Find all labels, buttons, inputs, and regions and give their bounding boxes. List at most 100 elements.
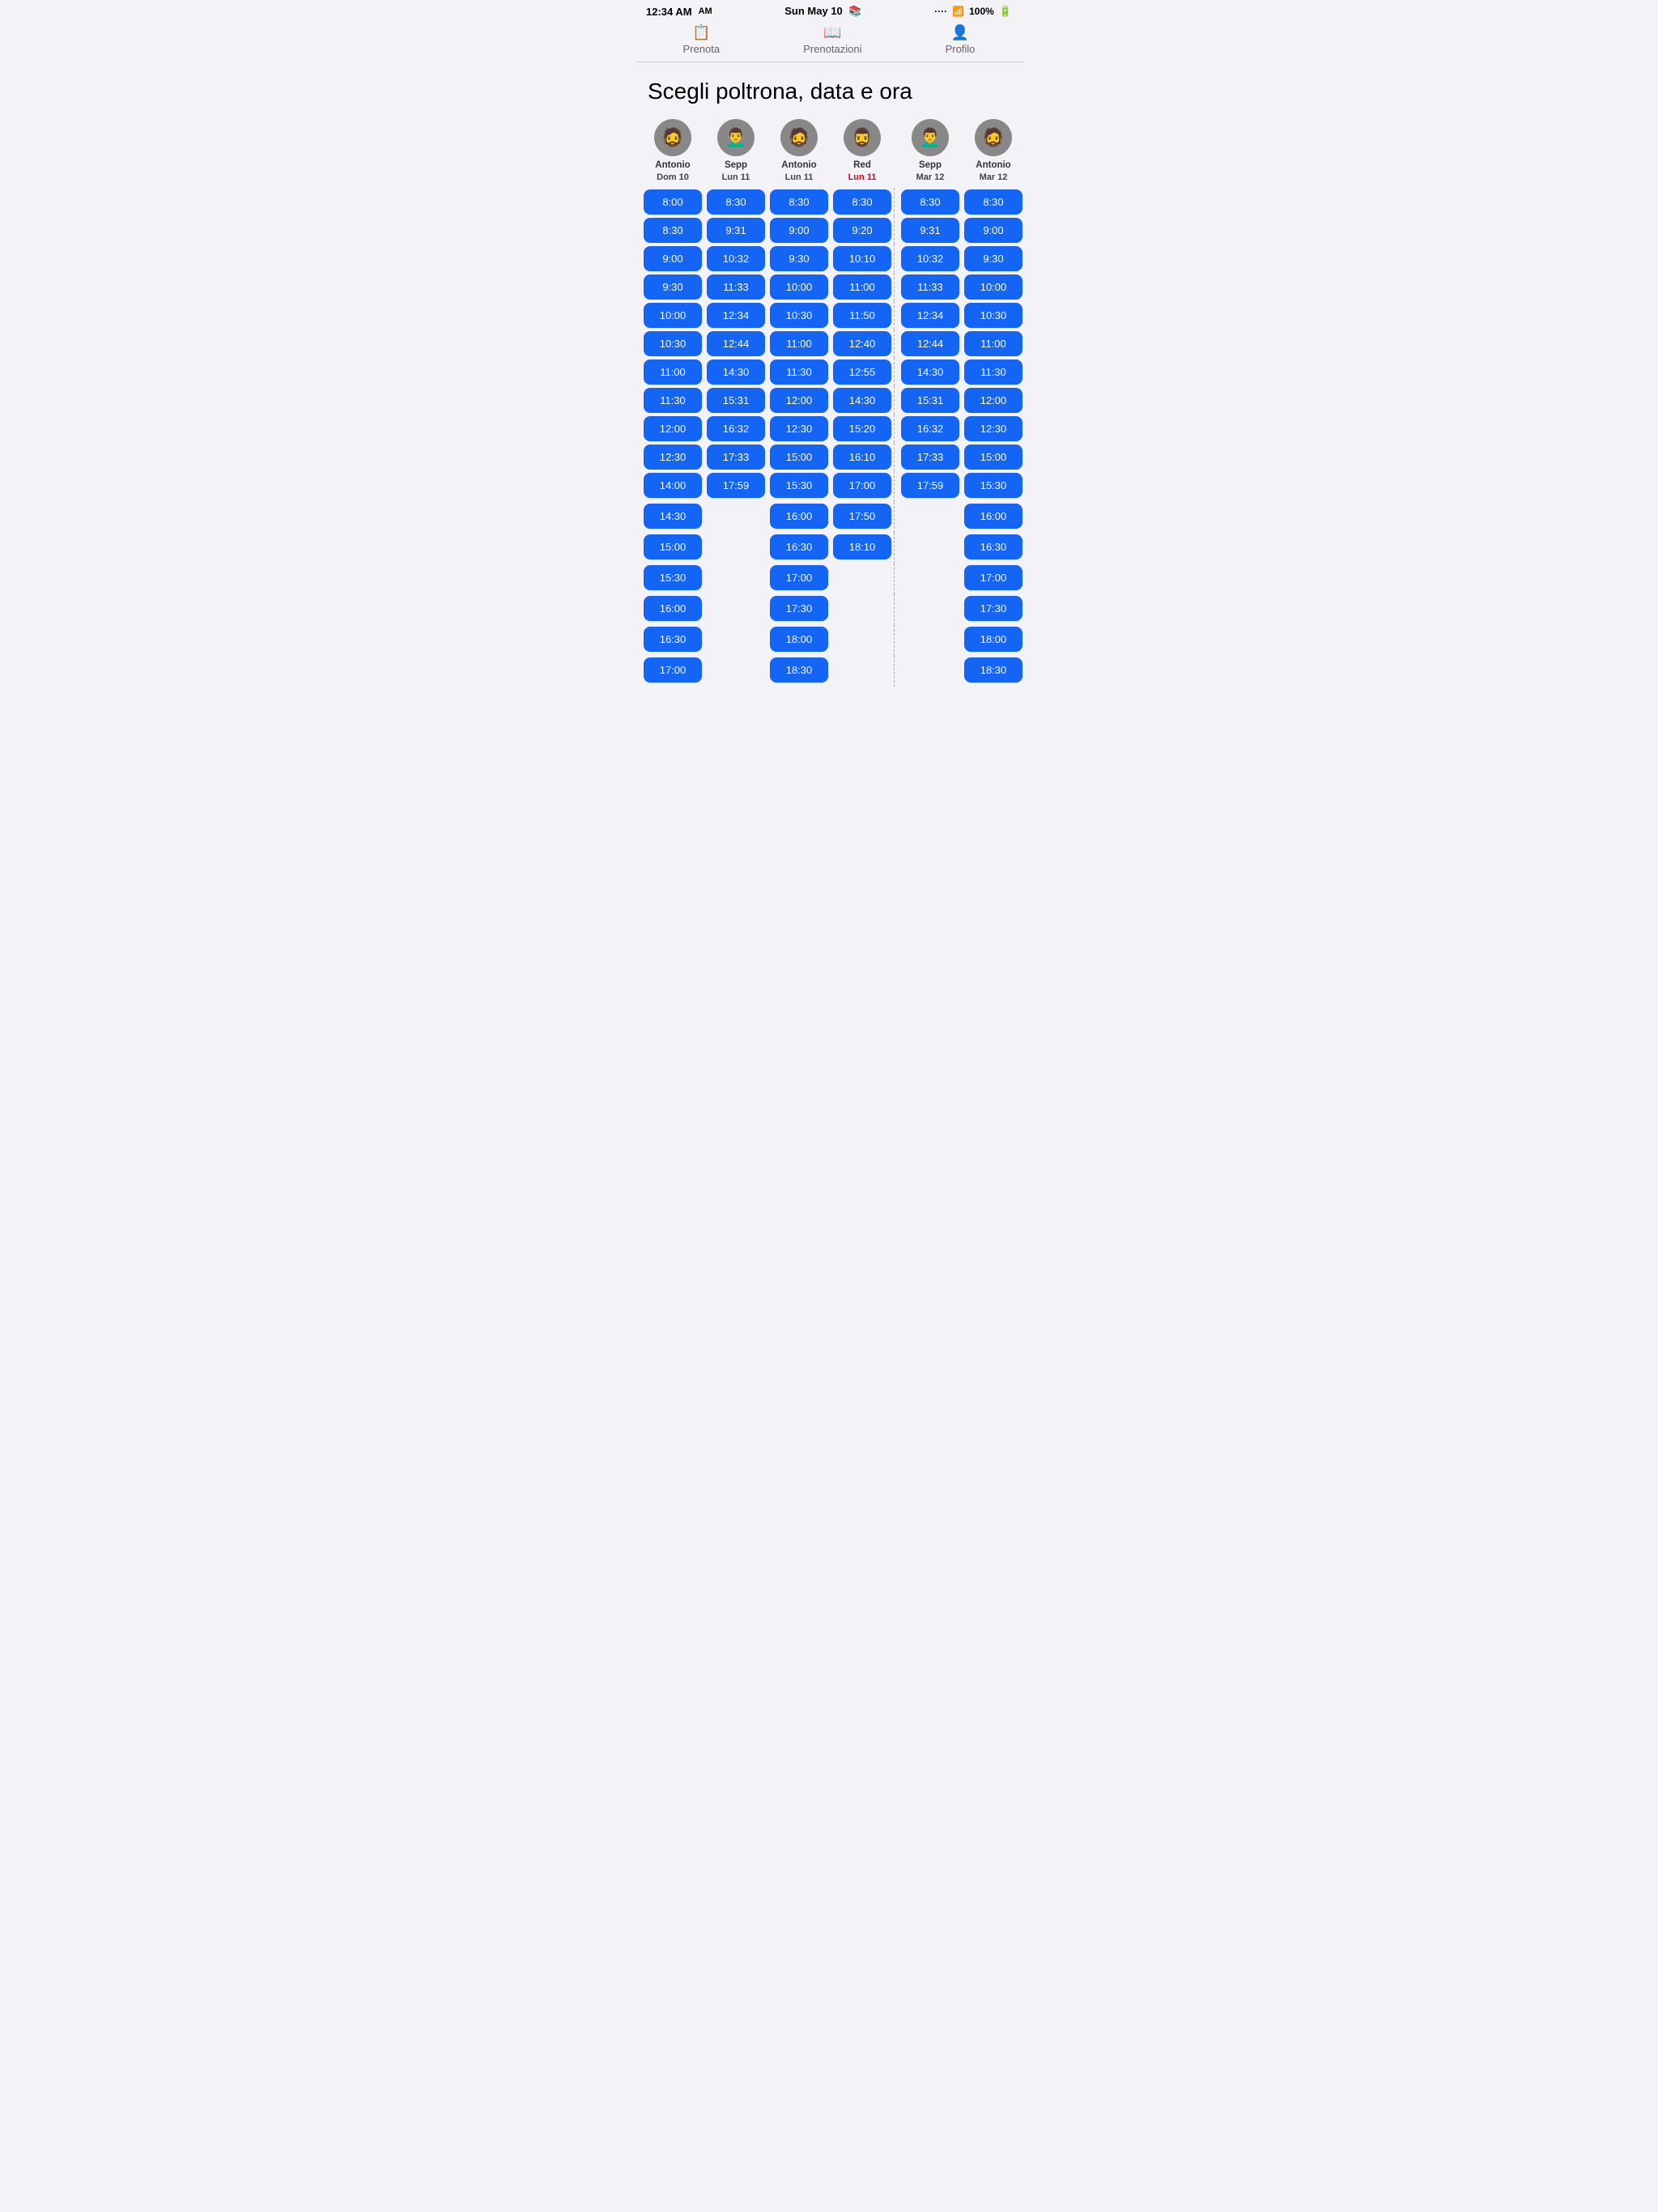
time-button[interactable]: 16:00 <box>964 504 1022 529</box>
time-button[interactable]: 8:30 <box>770 189 828 215</box>
time-button[interactable]: 8:30 <box>901 189 959 215</box>
time-button[interactable]: 12:30 <box>644 445 702 470</box>
time-button[interactable]: 8:30 <box>833 189 891 215</box>
time-button[interactable]: 17:00 <box>833 473 891 498</box>
time-button[interactable]: 15:31 <box>707 388 765 413</box>
time-button[interactable]: 16:32 <box>901 416 959 441</box>
time-button[interactable]: 11:33 <box>707 274 765 300</box>
time-button[interactable]: 15:00 <box>770 445 828 470</box>
time-button[interactable]: 10:30 <box>964 303 1022 328</box>
time-button[interactable]: 10:30 <box>770 303 828 328</box>
time-button[interactable]: 15:30 <box>644 565 702 590</box>
time-button[interactable]: 11:30 <box>644 388 702 413</box>
time-button[interactable]: 15:00 <box>964 445 1022 470</box>
time-button[interactable]: 12:00 <box>964 388 1022 413</box>
time-button[interactable]: 12:44 <box>901 331 959 356</box>
time-button[interactable]: 12:30 <box>964 416 1022 441</box>
time-button[interactable]: 12:30 <box>770 416 828 441</box>
time-button[interactable]: 9:30 <box>964 246 1022 271</box>
slot-row-2: 9:0010:329:3010:1010:329:3010:1010:329:3… <box>641 245 1023 273</box>
time-button[interactable]: 15:30 <box>964 473 1022 498</box>
time-button[interactable]: 17:33 <box>707 445 765 470</box>
slot-row-15: 16:3018:0018:0018:00 <box>641 625 1023 656</box>
time-button[interactable]: 16:30 <box>644 627 702 652</box>
time-button[interactable]: 12:40 <box>833 331 891 356</box>
time-button[interactable]: 16:30 <box>964 534 1022 559</box>
empty-slot <box>899 625 962 656</box>
time-button[interactable]: 16:00 <box>644 596 702 621</box>
time-button[interactable]: 10:00 <box>964 274 1022 300</box>
time-button[interactable]: 14:30 <box>833 388 891 413</box>
time-button[interactable]: 14:00 <box>644 473 702 498</box>
time-button[interactable]: 15:30 <box>770 473 828 498</box>
time-button[interactable]: 11:00 <box>770 331 828 356</box>
empty-slot <box>704 502 767 533</box>
time-button[interactable]: 16:00 <box>770 504 828 529</box>
time-button[interactable]: 11:30 <box>964 359 1022 385</box>
time-button[interactable]: 18:30 <box>770 657 828 683</box>
time-button[interactable]: 17:00 <box>770 565 828 590</box>
time-button[interactable]: 11:00 <box>964 331 1022 356</box>
slot-row-8: 12:0016:3212:3015:2016:3212:3015:2017:33… <box>641 415 1023 443</box>
time-button[interactable]: 18:00 <box>770 627 828 652</box>
time-button[interactable]: 9:00 <box>770 218 828 243</box>
time-button[interactable]: 10:32 <box>901 246 959 271</box>
time-button[interactable]: 10:10 <box>833 246 891 271</box>
time-button[interactable]: 9:31 <box>707 218 765 243</box>
slot-row-5: 10:3012:4411:0012:4012:4411:0012:4014:30… <box>641 330 1023 358</box>
time-button[interactable]: 17:59 <box>901 473 959 498</box>
time-button[interactable]: 18:00 <box>964 627 1022 652</box>
time-button[interactable]: 11:00 <box>833 274 891 300</box>
time-button[interactable]: 15:31 <box>901 388 959 413</box>
time-slot: 14:30 <box>831 386 894 415</box>
time-button[interactable]: 11:33 <box>901 274 959 300</box>
time-button[interactable]: 15:20 <box>833 416 891 441</box>
time-button[interactable]: 10:00 <box>644 303 702 328</box>
time-button[interactable]: 11:50 <box>833 303 891 328</box>
time-button[interactable]: 8:30 <box>644 218 702 243</box>
time-button[interactable]: 8:30 <box>964 189 1022 215</box>
time-slot: 9:00 <box>641 245 704 273</box>
time-button[interactable]: 17:50 <box>833 504 891 529</box>
time-button[interactable]: 14:30 <box>644 504 702 529</box>
time-button[interactable]: 8:30 <box>707 189 765 215</box>
nav-prenotazioni[interactable]: 📖 Prenotazioni <box>803 24 861 55</box>
time-button[interactable]: 14:30 <box>901 359 959 385</box>
time-button[interactable]: 12:34 <box>707 303 765 328</box>
time-button[interactable]: 18:10 <box>833 534 891 559</box>
time-button[interactable]: 9:20 <box>833 218 891 243</box>
time-button[interactable]: 12:55 <box>833 359 891 385</box>
time-button[interactable]: 16:32 <box>707 416 765 441</box>
time-button[interactable]: 17:30 <box>964 596 1022 621</box>
time-button[interactable]: 18:30 <box>964 657 1022 683</box>
time-button[interactable]: 17:33 <box>901 445 959 470</box>
time-button[interactable]: 14:30 <box>707 359 765 385</box>
time-button[interactable]: 12:34 <box>901 303 959 328</box>
slot-row-9: 12:3017:3315:0016:1017:3315:0016:1017:59… <box>641 443 1023 471</box>
time-button[interactable]: 9:30 <box>644 274 702 300</box>
time-button[interactable]: 15:00 <box>644 534 702 559</box>
time-button[interactable]: 8:00 <box>644 189 702 215</box>
time-button[interactable]: 10:00 <box>770 274 828 300</box>
time-button[interactable]: 17:00 <box>644 657 702 683</box>
nav-prenota[interactable]: 📋 Prenota <box>683 24 721 55</box>
time-button[interactable]: 9:31 <box>901 218 959 243</box>
time-button[interactable]: 9:00 <box>964 218 1022 243</box>
time-button[interactable]: 9:00 <box>644 246 702 271</box>
time-button[interactable]: 17:00 <box>964 565 1022 590</box>
time-button[interactable]: 16:10 <box>833 445 891 470</box>
time-button[interactable]: 17:59 <box>707 473 765 498</box>
time-button[interactable]: 10:30 <box>644 331 702 356</box>
time-button[interactable]: 12:44 <box>707 331 765 356</box>
time-slot: 16:32 <box>899 415 962 443</box>
time-button[interactable]: 12:00 <box>770 388 828 413</box>
time-slot: 12:44 <box>899 330 962 358</box>
time-button[interactable]: 9:30 <box>770 246 828 271</box>
time-button[interactable]: 12:00 <box>644 416 702 441</box>
time-button[interactable]: 11:30 <box>770 359 828 385</box>
time-button[interactable]: 10:32 <box>707 246 765 271</box>
time-button[interactable]: 17:30 <box>770 596 828 621</box>
time-button[interactable]: 11:00 <box>644 359 702 385</box>
time-button[interactable]: 16:30 <box>770 534 828 559</box>
nav-profilo[interactable]: 👤 Profilo <box>946 24 976 55</box>
